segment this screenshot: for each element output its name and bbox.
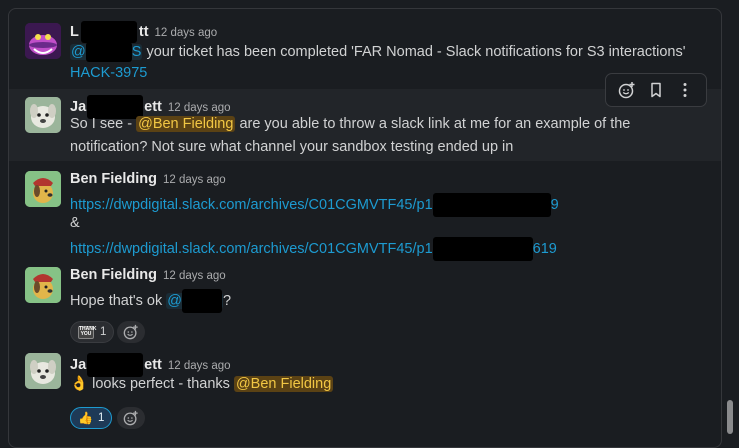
avatar[interactable] xyxy=(25,353,61,389)
add-reaction-icon[interactable] xyxy=(614,77,640,103)
avatar[interactable] xyxy=(25,267,61,303)
reaction-count: 1 xyxy=(100,326,107,338)
sender-name: Ben Fielding xyxy=(70,171,157,187)
thumbs-up-emoji-icon: 👍 xyxy=(78,411,93,425)
message-timestamp[interactable]: 12 days ago xyxy=(168,360,231,372)
message-body: your ticket has been completed 'FAR Noma… xyxy=(146,43,686,60)
sender-name: Ben Fielding xyxy=(70,267,157,283)
message-text: @ S your ticket has been completed 'FAR N… xyxy=(70,42,686,62)
self-mention[interactable]: @Ben Fielding xyxy=(233,376,334,392)
redaction xyxy=(87,353,144,377)
reaction-thumbs-up[interactable]: 👍 1 xyxy=(70,407,113,429)
message-list: Ltt 12 days ago @ S your ticket has been c… xyxy=(8,8,722,448)
sender-name-start: L xyxy=(70,23,79,40)
message-timestamp[interactable]: 12 days ago xyxy=(163,270,226,282)
message-timestamp[interactable]: 12 days ago xyxy=(163,174,226,186)
reaction-count: 1 xyxy=(97,412,105,424)
sender-name-end: ett xyxy=(144,98,162,115)
more-actions-icon[interactable] xyxy=(672,77,698,103)
message-link-2[interactable]: https://dwpdigital.slack.com/archives/C0… xyxy=(70,237,557,261)
redaction xyxy=(85,42,132,62)
add-reaction-icon xyxy=(123,410,138,426)
message-sender[interactable]: Ben Fielding 12 days ago xyxy=(70,171,226,187)
user-mention[interactable]: @ S xyxy=(70,42,143,62)
message-text-line-2: HACK-3975 xyxy=(70,65,147,81)
message-sender[interactable]: Ltt 12 days ago xyxy=(70,21,217,43)
sender-name-start: Ja xyxy=(70,356,87,373)
ticket-link[interactable]: HACK-3975 xyxy=(70,65,147,81)
reaction-thank-you[interactable]: THANK YOU 1 xyxy=(70,321,115,343)
message-item[interactable]: Ben Fielding 12 days ago Hope that's ok @… xyxy=(9,261,721,343)
redaction xyxy=(432,237,533,261)
message-sender[interactable]: Ben Fielding 12 days ago xyxy=(70,267,226,283)
add-reaction-button[interactable] xyxy=(117,407,145,429)
add-reaction-icon xyxy=(123,324,138,340)
avatar[interactable] xyxy=(25,171,61,207)
sender-name-end: tt xyxy=(138,23,149,40)
redaction xyxy=(432,193,551,217)
user-mention[interactable]: @ xyxy=(166,289,224,313)
message-text-line-2: notification? Not sure what channel your… xyxy=(70,139,514,155)
ok-hand-emoji-icon: 👌 xyxy=(70,376,89,392)
message-link-1[interactable]: https://dwpdigital.slack.com/archives/C0… xyxy=(70,193,559,217)
message-text: Hope that's ok @? xyxy=(70,289,231,313)
self-mention[interactable]: @Ben Fielding xyxy=(136,116,236,132)
message-item[interactable]: Ben Fielding 12 days ago https://dwpdigit… xyxy=(9,165,721,261)
add-reaction-button[interactable] xyxy=(117,321,145,343)
message-text: So I see - @Ben Fielding are you able to… xyxy=(70,116,631,132)
avatar[interactable] xyxy=(25,23,61,59)
message-timestamp[interactable]: 12 days ago xyxy=(155,27,218,39)
message-text: 👌 looks perfect - thanks @Ben Fielding xyxy=(70,376,334,392)
message-text: & xyxy=(70,215,80,231)
avatar[interactable] xyxy=(25,97,61,133)
redaction xyxy=(182,289,223,313)
bookmark-icon[interactable] xyxy=(643,77,669,103)
scrollbar-thumb[interactable] xyxy=(727,400,733,434)
sender-name-start: Ja xyxy=(70,98,87,115)
sender-name-end: ett xyxy=(144,356,162,373)
message-timestamp[interactable]: 12 days ago xyxy=(168,102,231,114)
thank-you-emoji-icon: THANK YOU xyxy=(78,325,97,339)
message-item[interactable]: Ja ett 12 days ago 👌 looks perfect - thank… xyxy=(9,347,721,443)
redaction xyxy=(80,21,137,43)
message-actions-toolbar xyxy=(605,73,707,107)
message-sender[interactable]: Ja ett 12 days ago xyxy=(70,353,231,377)
